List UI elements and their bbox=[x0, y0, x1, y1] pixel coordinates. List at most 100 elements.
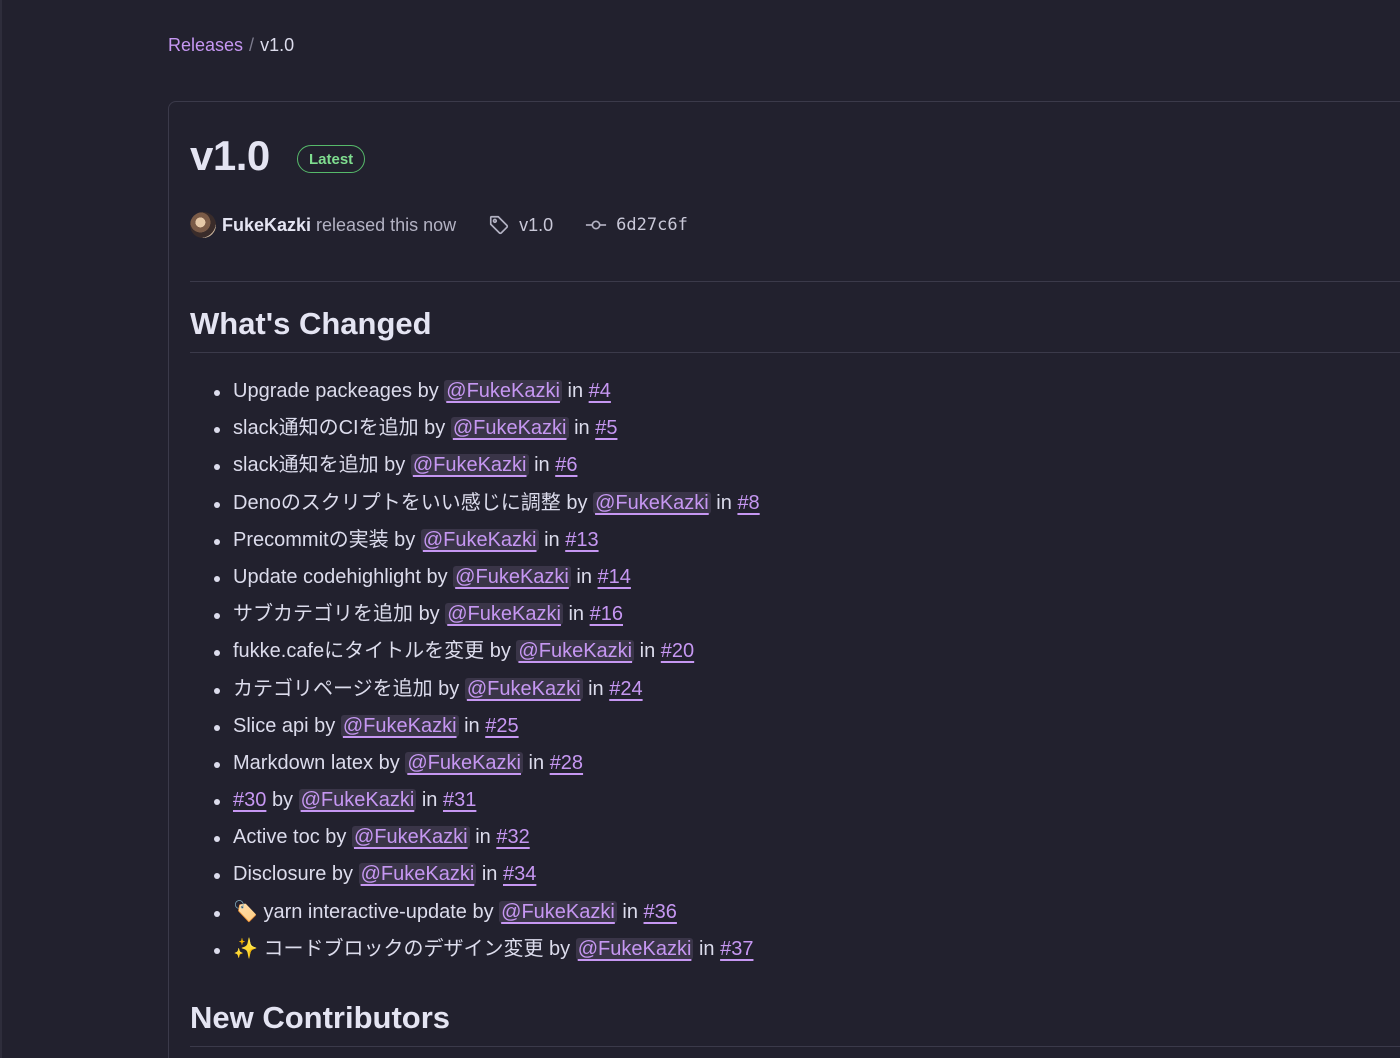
by-text: by bbox=[314, 714, 336, 737]
user-mention-link[interactable]: @FukeKazki bbox=[405, 751, 523, 774]
pr-link[interactable]: #8 bbox=[737, 492, 759, 514]
by-text: by bbox=[472, 900, 494, 923]
author-link[interactable]: FukeKazki bbox=[222, 215, 311, 236]
user-mention-link[interactable]: @FukeKazki bbox=[575, 937, 694, 960]
in-text: in bbox=[716, 491, 732, 514]
by-text: by bbox=[424, 417, 446, 440]
list-item: Active toc by @FukeKazki in #32 bbox=[190, 819, 760, 856]
list-item: Precommitの実装 by @FukeKazki in #13 bbox=[190, 522, 760, 559]
list-item: #30 by @FukeKazki in #31 bbox=[190, 782, 760, 819]
commit-sha: 6d27c6f bbox=[616, 215, 688, 235]
change-title: Active toc bbox=[233, 826, 320, 849]
pr-link[interactable]: #25 bbox=[485, 715, 518, 737]
in-text: in bbox=[534, 454, 550, 477]
change-title: slack通知のCIを追加 bbox=[233, 417, 419, 440]
by-text: by bbox=[331, 863, 354, 886]
avatar[interactable] bbox=[190, 212, 216, 238]
change-title: Disclosure bbox=[233, 863, 327, 886]
in-text: in bbox=[574, 417, 590, 440]
user-mention-link[interactable]: @FukeKazki bbox=[351, 826, 470, 849]
change-title: Upgrade packeages bbox=[233, 380, 413, 402]
changes-list: Upgrade packeages by @FukeKazki in #4 sla… bbox=[190, 373, 760, 968]
released-text: released this now bbox=[316, 214, 457, 235]
user-mention-link[interactable]: @FukeKazki bbox=[593, 491, 711, 514]
pr-link[interactable]: #37 bbox=[720, 938, 753, 960]
pr-link[interactable]: #34 bbox=[503, 863, 536, 885]
user-mention-link[interactable]: @FukeKazki bbox=[516, 640, 635, 663]
list-item: 🏷️ yarn interactive-update by @FukeKazki… bbox=[190, 894, 760, 931]
user-mention-link[interactable]: @FukeKazki bbox=[358, 863, 477, 886]
list-item: Slice api by @FukeKazki in #25 bbox=[190, 708, 760, 745]
whats-changed-heading: What's Changed bbox=[190, 306, 432, 341]
by-text: by bbox=[417, 380, 439, 402]
pr-link[interactable]: #24 bbox=[609, 678, 642, 700]
by-text: by bbox=[438, 677, 460, 700]
pr-link[interactable]: #20 bbox=[661, 640, 694, 662]
list-item: slack通知を追加 by @FukeKazki in #6 bbox=[190, 447, 760, 484]
new-contributors-heading: New Contributors bbox=[190, 1000, 451, 1035]
commit-link[interactable]: 6d27c6f bbox=[585, 214, 688, 236]
pr-link[interactable]: #32 bbox=[496, 826, 529, 848]
in-text: in bbox=[568, 603, 585, 626]
release-page: Releases / v1.0 v1.0 Latest FukeKazki re… bbox=[0, 0, 1400, 1058]
left-divider bbox=[0, 0, 2, 1058]
by-text: by bbox=[271, 789, 294, 812]
list-item: fukke.cafeにタイトルを変更 by @FukeKazki in #20 bbox=[190, 633, 760, 670]
list-item: Disclosure by @FukeKazki in #34 bbox=[190, 856, 760, 893]
in-text: in bbox=[698, 937, 715, 960]
by-text: by bbox=[489, 640, 511, 663]
change-title: slack通知を追加 bbox=[233, 454, 379, 477]
latest-badge: Latest bbox=[297, 145, 366, 173]
heading-underline bbox=[190, 1046, 1400, 1047]
in-text: in bbox=[481, 863, 498, 886]
user-mention-link[interactable]: @FukeKazki bbox=[410, 454, 529, 477]
by-text: by bbox=[426, 565, 448, 588]
in-text: in bbox=[576, 565, 592, 588]
by-text: by bbox=[549, 937, 571, 960]
pr-link[interactable]: #14 bbox=[598, 566, 631, 588]
pr-link[interactable]: #36 bbox=[644, 901, 677, 923]
by-text: by bbox=[418, 603, 440, 626]
breadcrumb-releases-link[interactable]: Releases bbox=[168, 33, 243, 57]
by-text: by bbox=[394, 528, 416, 551]
pr-link[interactable]: #28 bbox=[550, 752, 583, 774]
change-title: Markdown latex bbox=[233, 751, 374, 774]
pr-link[interactable]: #13 bbox=[565, 529, 598, 551]
user-mention-link[interactable]: @FukeKazki bbox=[298, 789, 417, 812]
user-mention-link[interactable]: @FukeKazki bbox=[453, 565, 571, 588]
git-commit-icon bbox=[586, 220, 607, 230]
pr-link[interactable]: #5 bbox=[595, 417, 617, 439]
pr-link[interactable]: #4 bbox=[589, 380, 611, 402]
tag-label: v1.0 bbox=[519, 214, 554, 235]
pr-link[interactable]: #31 bbox=[443, 789, 476, 811]
change-title: Denoのスクリプトをいい感じに調整 bbox=[233, 491, 561, 514]
user-mention-link[interactable]: @FukeKazki bbox=[499, 900, 617, 923]
list-item: サブカテゴリを追加 by @FukeKazki in #16 bbox=[190, 596, 760, 633]
in-text: in bbox=[421, 789, 438, 812]
user-mention-link[interactable]: @FukeKazki bbox=[444, 380, 562, 402]
heading-underline bbox=[190, 352, 1400, 353]
pr-link[interactable]: #30 bbox=[233, 789, 266, 811]
pr-link[interactable]: #16 bbox=[590, 603, 623, 625]
tag-link[interactable]: v1.0 bbox=[488, 214, 553, 236]
divider bbox=[190, 281, 1400, 282]
change-title: 🏷️ yarn interactive-update bbox=[233, 900, 467, 923]
user-mention-link[interactable]: @FukeKazki bbox=[464, 677, 583, 700]
user-mention-link[interactable]: @FukeKazki bbox=[445, 603, 563, 626]
list-item: Upgrade packeages by @FukeKazki in #4 bbox=[190, 373, 760, 410]
breadcrumb-current: v1.0 bbox=[260, 35, 295, 55]
change-title: Slice api bbox=[233, 714, 309, 737]
by-text: by bbox=[325, 826, 347, 849]
list-item: Update codehighlight by @FukeKazki in #1… bbox=[190, 559, 760, 596]
in-text: in bbox=[588, 677, 604, 700]
user-mention-link[interactable]: @FukeKazki bbox=[420, 528, 539, 551]
list-item: slack通知のCIを追加 by @FukeKazki in #5 bbox=[190, 410, 760, 447]
change-title: ✨ コードブロックのデザイン変更 bbox=[233, 937, 544, 960]
change-title: カテゴリページを追加 bbox=[233, 677, 433, 700]
user-mention-link[interactable]: @FukeKazki bbox=[340, 714, 459, 737]
pr-link[interactable]: #6 bbox=[555, 454, 577, 476]
by-text: by bbox=[384, 454, 406, 477]
in-text: in bbox=[622, 900, 638, 923]
release-meta: FukeKazki released this now v1.0 6d27c6f bbox=[190, 210, 688, 240]
user-mention-link[interactable]: @FukeKazki bbox=[450, 417, 569, 440]
